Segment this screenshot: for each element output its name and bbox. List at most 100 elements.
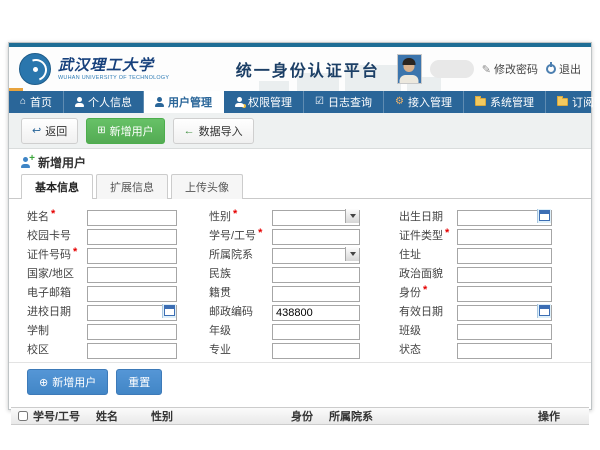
tab-extended-info[interactable]: 扩展信息: [96, 174, 168, 199]
status-input[interactable]: [457, 343, 552, 359]
form-row: 校园卡号 学号/工号* 证件类型*: [27, 225, 591, 244]
id-number-input[interactable]: [87, 248, 177, 264]
checklist-icon: ☑: [315, 97, 324, 107]
logout-link[interactable]: 退出: [546, 61, 581, 77]
field-label: 籍贯: [209, 284, 231, 300]
nav-item-subscription-management[interactable]: 订阅管理: [546, 91, 600, 113]
app-window: 武汉理工大学 WUHAN UNIVERSITY OF TECHNOLOGY 统一…: [8, 42, 592, 410]
select-all-checkbox[interactable]: [18, 411, 28, 421]
field-schooling: 学制: [27, 322, 177, 338]
field-student-id: 学号/工号*: [209, 227, 360, 243]
change-password-link[interactable]: ✎ 修改密码: [482, 61, 538, 77]
political-status-input[interactable]: [457, 267, 552, 283]
nav-item-user-management[interactable]: 用户管理: [144, 91, 224, 113]
university-name-en: WUHAN UNIVERSITY OF TECHNOLOGY: [58, 74, 169, 80]
field-label: 姓名: [27, 208, 49, 224]
id-type-input[interactable]: [457, 229, 552, 245]
reset-button[interactable]: 重置: [116, 369, 162, 395]
field-political-status: 政治面貌: [399, 265, 552, 281]
required-mark: *: [73, 246, 77, 262]
calendar-icon[interactable]: [537, 209, 551, 223]
col-gender: 性别: [151, 408, 291, 424]
field-campus: 校区: [27, 341, 177, 357]
calendar-icon[interactable]: [162, 304, 176, 318]
native-place-input[interactable]: [272, 286, 360, 302]
field-label: 国家/地区: [27, 265, 74, 281]
nav-label: 用户管理: [168, 94, 212, 110]
pencil-icon: ✎: [482, 63, 491, 76]
campus-input[interactable]: [87, 343, 177, 359]
nav-item-access-management[interactable]: ⚙ 接入管理: [384, 91, 464, 113]
field-label: 政治面貌: [399, 265, 443, 281]
logout-label: 退出: [559, 61, 581, 77]
nav-label: 系统管理: [490, 94, 534, 110]
identity-input[interactable]: [457, 286, 552, 302]
submit-add-user-button[interactable]: ⊕ 新增用户: [27, 369, 108, 395]
form-row: 进校日期 邮政编码 有效日期: [27, 301, 591, 320]
back-button[interactable]: ↩ 返回: [21, 118, 78, 144]
university-name-cn: 武汉理工大学: [58, 57, 222, 73]
avatar-hair: [403, 58, 416, 65]
field-label: 专业: [209, 341, 231, 357]
plus-circle-icon: ⊕: [39, 376, 48, 389]
major-input[interactable]: [272, 343, 360, 359]
country-input[interactable]: [87, 267, 177, 283]
field-class: 班级: [399, 322, 552, 338]
banner-user-area: ✎ 修改密码 退出: [397, 54, 581, 84]
ethnicity-input[interactable]: [272, 267, 360, 283]
dropdown-arrow-icon[interactable]: [345, 247, 359, 261]
home-icon: ⌂: [20, 97, 26, 107]
field-identity: 身份*: [399, 284, 552, 300]
skyline-decoration: [259, 81, 289, 91]
field-label: 性别: [209, 208, 231, 224]
field-email: 电子邮箱: [27, 284, 177, 300]
calendar-icon[interactable]: [537, 304, 551, 318]
nav-item-log-query[interactable]: ☑ 日志查询: [304, 91, 384, 113]
table-header-row: 学号/工号 姓名 性别 身份 所属院系 操作: [11, 407, 589, 425]
tab-basic-info[interactable]: 基本信息: [21, 174, 93, 199]
student-id-input[interactable]: [272, 229, 360, 245]
grade-input[interactable]: [272, 324, 360, 340]
required-mark: *: [423, 284, 427, 300]
class-input[interactable]: [457, 324, 552, 340]
tab-upload-avatar[interactable]: 上传头像: [171, 174, 243, 199]
data-import-button[interactable]: ← 数据导入: [173, 118, 254, 144]
field-label: 状态: [399, 341, 421, 357]
field-birth-date: 出生日期: [399, 208, 552, 224]
address-input[interactable]: [457, 248, 552, 264]
nav-label: 订阅管理: [572, 94, 600, 110]
back-label: 返回: [45, 123, 67, 139]
campus-card-input[interactable]: [87, 229, 177, 245]
field-label: 出生日期: [399, 208, 443, 224]
form-actions: ⊕ 新增用户 重置: [9, 362, 591, 401]
field-entry-date: 进校日期: [27, 303, 177, 319]
add-user-button[interactable]: ⊞ 新增用户: [86, 118, 164, 144]
col-student-id: 学号/工号: [33, 408, 96, 424]
nav-item-permission-management[interactable]: 权限管理: [224, 91, 304, 113]
dropdown-arrow-icon[interactable]: [345, 209, 359, 223]
required-mark: *: [445, 227, 449, 243]
nav-item-home[interactable]: ⌂ 首页: [9, 91, 64, 113]
form-row: 姓名* 性别* 出生日期: [27, 206, 591, 225]
username-placeholder: [430, 60, 474, 78]
schooling-input[interactable]: [87, 324, 177, 340]
postal-code-input[interactable]: [272, 305, 360, 321]
nav-item-system-management[interactable]: 系统管理: [464, 91, 546, 113]
university-name: 武汉理工大学 WUHAN UNIVERSITY OF TECHNOLOGY: [58, 57, 222, 82]
name-input[interactable]: [87, 210, 177, 226]
folder-icon: [557, 98, 568, 106]
field-label: 学号/工号: [209, 227, 256, 243]
nav-item-personal-info[interactable]: 个人信息: [64, 91, 144, 113]
nav-label: 个人信息: [88, 94, 132, 110]
main-nav: ⌂ 首页 个人信息 用户管理 权限管理 ☑ 日志查询 ⚙ 接入管理 系统管理: [9, 91, 591, 113]
col-actions: 操作: [538, 408, 589, 424]
field-label: 校区: [27, 341, 49, 357]
form-row: 证件号码* 所属院系 住址: [27, 244, 591, 263]
field-label: 电子邮箱: [27, 284, 71, 300]
field-valid-date: 有效日期: [399, 303, 552, 319]
user-key-icon: [235, 97, 244, 107]
field-label: 证件号码: [27, 246, 71, 262]
add-box-icon: ⊞: [97, 125, 105, 136]
back-icon: ↩: [32, 124, 41, 137]
email-input[interactable]: [87, 286, 177, 302]
